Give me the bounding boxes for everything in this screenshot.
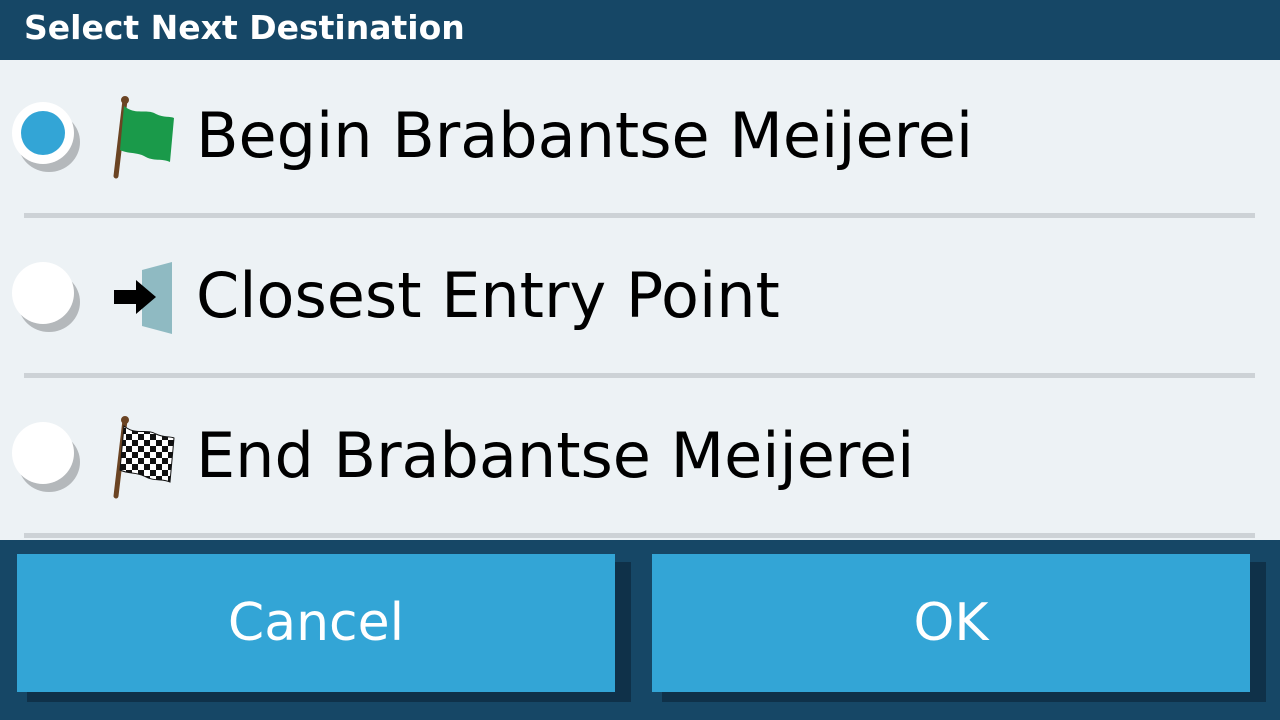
radio-face bbox=[12, 422, 74, 484]
radio-button-end[interactable] bbox=[12, 422, 80, 492]
radio-face bbox=[12, 262, 74, 324]
checkered-flag-icon bbox=[113, 416, 175, 499]
cancel-button-wrapper: Cancel bbox=[17, 554, 631, 704]
green-flag-icon bbox=[113, 96, 174, 179]
option-label-closest: Closest Entry Point bbox=[196, 259, 780, 332]
option-closest-entry[interactable]: Closest Entry Point bbox=[0, 220, 1280, 380]
option-label-begin: Begin Brabantse Meijerei bbox=[196, 99, 974, 172]
ok-button[interactable]: OK bbox=[652, 554, 1250, 692]
divider bbox=[24, 373, 1255, 378]
divider bbox=[24, 533, 1255, 538]
ok-button-wrapper: OK bbox=[652, 554, 1266, 704]
radio-face bbox=[12, 102, 74, 164]
dialog-header: Select Next Destination bbox=[0, 0, 1280, 60]
divider bbox=[24, 213, 1255, 218]
radio-button-closest[interactable] bbox=[12, 262, 80, 332]
entry-arrow-icon bbox=[114, 262, 172, 334]
option-label-end: End Brabantse Meijerei bbox=[196, 419, 915, 492]
dialog-footer: Cancel OK bbox=[0, 540, 1280, 720]
option-begin-route[interactable]: Begin Brabantse Meijerei bbox=[0, 60, 1280, 220]
destination-list: Begin Brabantse Meijerei Closest Entry P… bbox=[0, 60, 1280, 540]
dialog-title: Select Next Destination bbox=[24, 8, 465, 47]
cancel-button[interactable]: Cancel bbox=[17, 554, 615, 692]
option-end-route[interactable]: End Brabantse Meijerei bbox=[0, 380, 1280, 540]
radio-button-begin[interactable] bbox=[12, 102, 80, 172]
radio-selected-dot bbox=[21, 111, 65, 155]
